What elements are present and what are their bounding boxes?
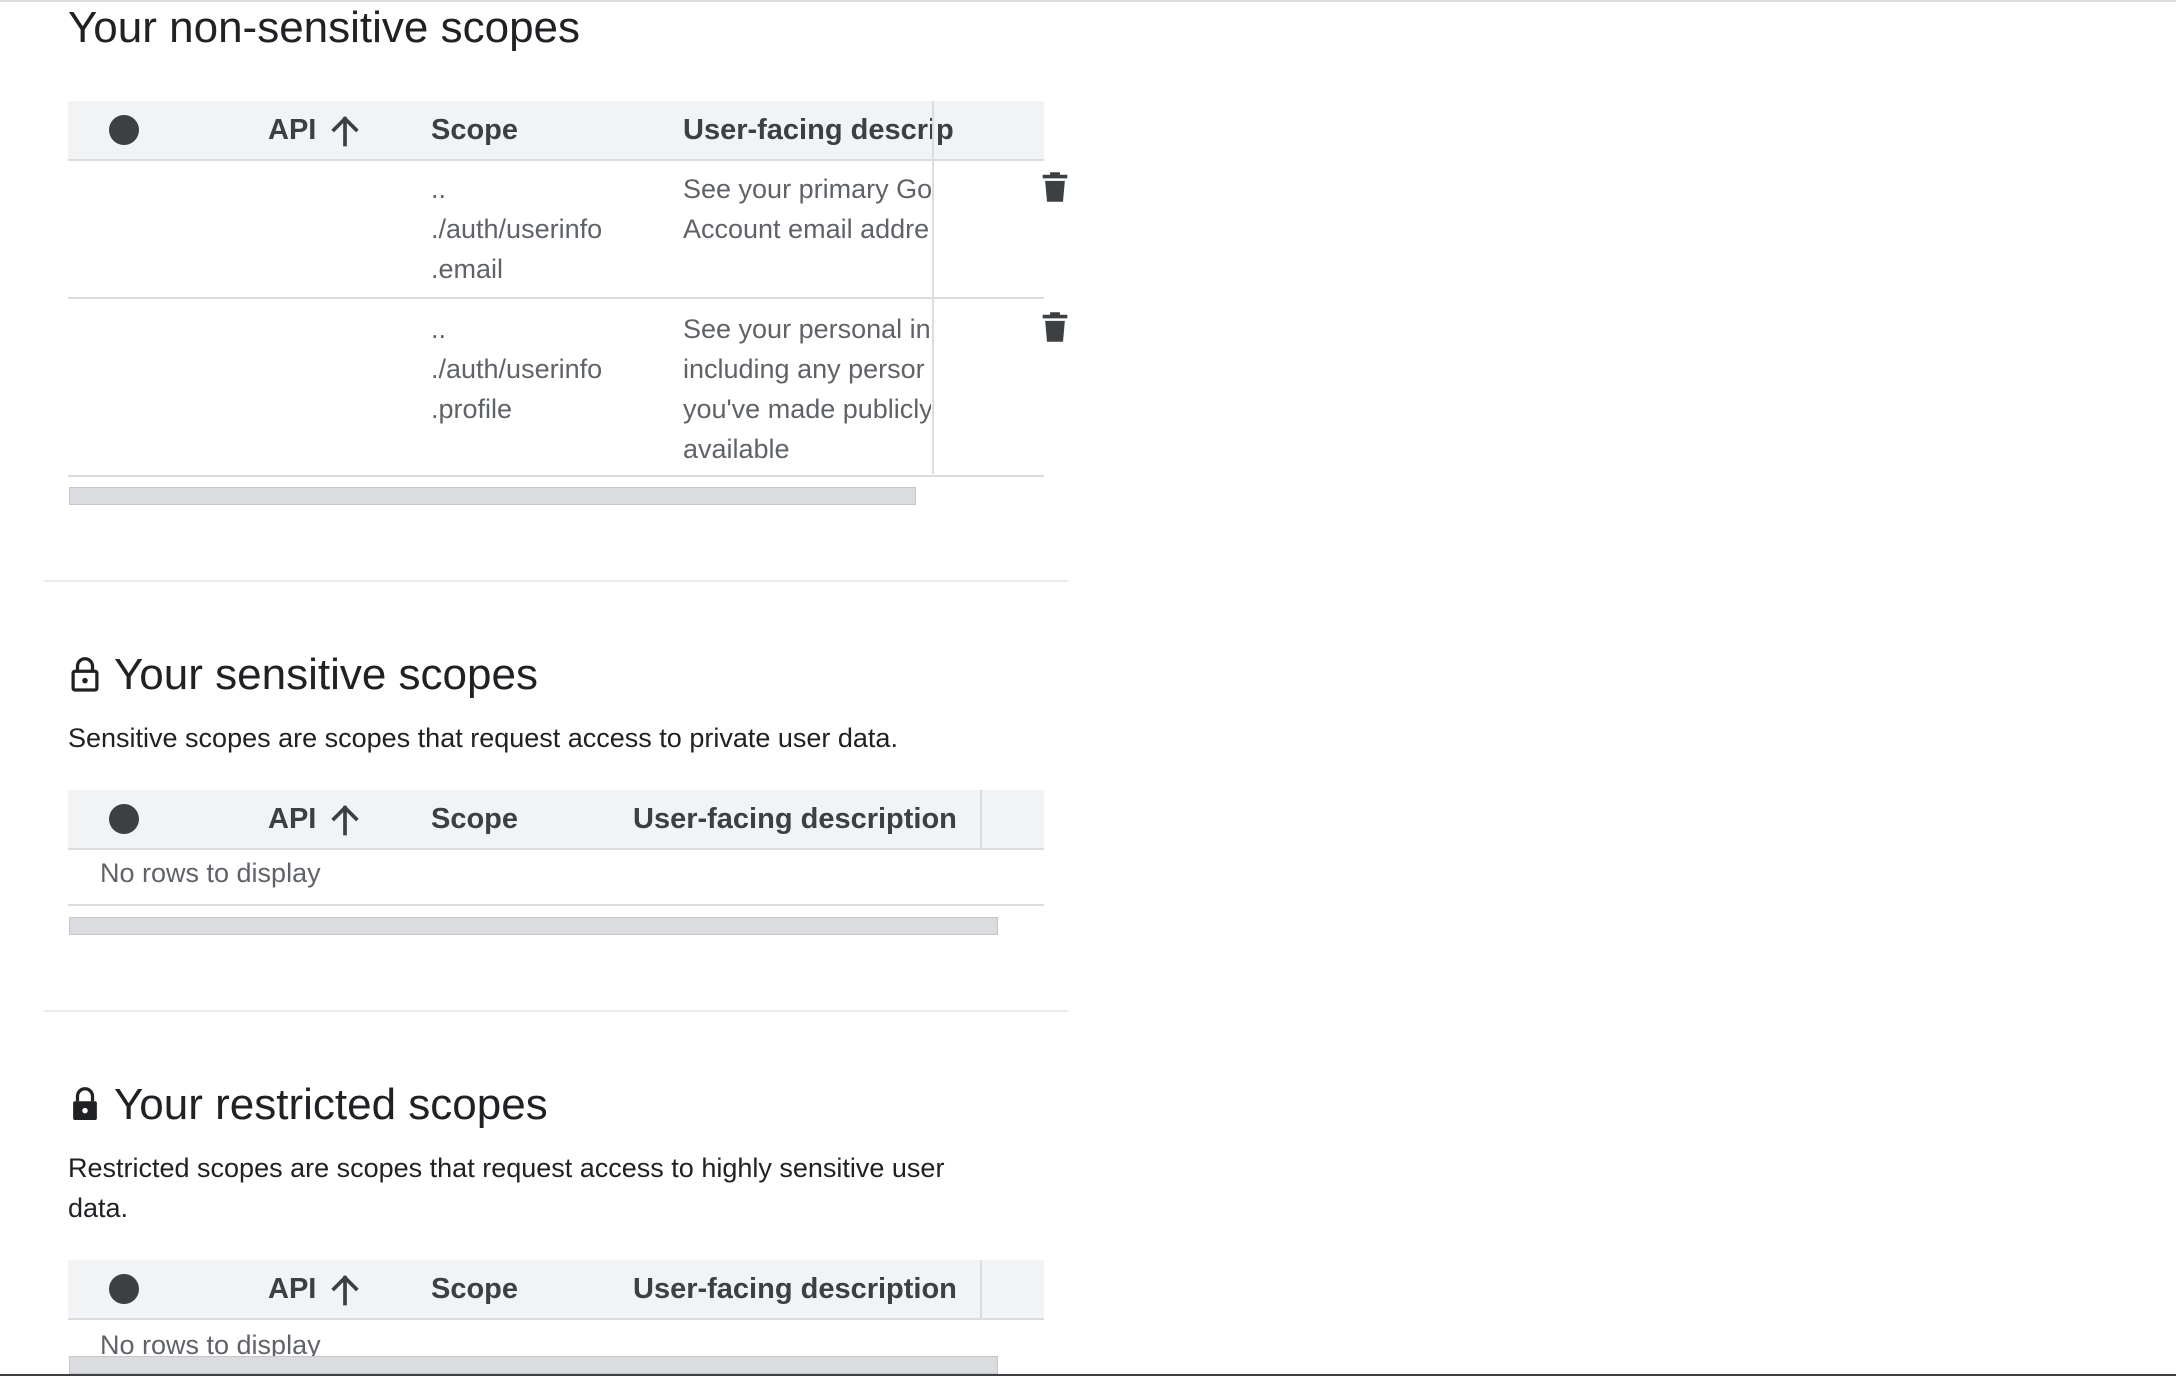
arrow-up-icon[interactable]: [330, 804, 360, 836]
col-api-header[interactable]: API: [268, 101, 316, 159]
horizontal-scrollbar[interactable]: [69, 487, 916, 505]
scope-cell: .. ./auth/userinfo .email: [431, 174, 603, 284]
col-api-header[interactable]: API: [268, 1260, 316, 1318]
sensitive-description: Sensitive scopes are scopes that request…: [68, 723, 898, 753]
non-sensitive-title: Your non-sensitive scopes: [68, 3, 581, 52]
restricted-description: Restricted scopes are scopes that reques…: [68, 1153, 945, 1223]
top-border: [0, 0, 2176, 2]
circle-select-icon[interactable]: [109, 804, 139, 834]
trash-icon[interactable]: [1040, 171, 1070, 203]
horizontal-scrollbar[interactable]: [69, 917, 998, 935]
col-description-header[interactable]: User-facing description: [633, 790, 957, 848]
col-scope-header[interactable]: Scope: [431, 101, 518, 159]
trash-icon[interactable]: [1040, 311, 1070, 343]
col-description-header[interactable]: User-facing description: [633, 1260, 957, 1318]
empty-message: No rows to display: [100, 858, 321, 888]
col-scope-header[interactable]: Scope: [431, 1260, 518, 1318]
col-api-header[interactable]: API: [268, 790, 316, 848]
sensitive-title: Your sensitive scopes: [114, 650, 538, 699]
arrow-up-icon[interactable]: [330, 1274, 360, 1306]
circle-select-icon[interactable]: [109, 115, 139, 145]
column-divider: [980, 1260, 982, 1318]
description-cell: See your personal in including any perso…: [683, 314, 931, 464]
table-header: API Scope User-facing description: [68, 790, 1044, 850]
circle-select-icon[interactable]: [109, 1274, 139, 1304]
sensitive-table: API Scope User-facing description No row…: [68, 790, 1044, 906]
col-scope-header[interactable]: Scope: [431, 790, 518, 848]
description-cell: See your primary Go Account email addre: [683, 174, 931, 244]
section-divider: [44, 580, 1068, 582]
table-header: API Scope User-facing descrip: [68, 101, 1044, 161]
lock-open-icon: [71, 657, 99, 692]
table-row: .. ./auth/userinfo .email See your prima…: [68, 159, 1068, 299]
empty-row: No rows to display: [68, 848, 1044, 906]
col-description-header[interactable]: User-facing descrip: [683, 101, 1001, 159]
column-divider: [980, 790, 982, 848]
lock-icon: [73, 1087, 97, 1120]
restricted-title: Your restricted scopes: [114, 1080, 548, 1129]
scope-cell: .. ./auth/userinfo .profile: [431, 314, 603, 424]
non-sensitive-table: API Scope User-facing descrip .. ./auth/…: [68, 101, 1068, 477]
horizontal-scrollbar[interactable]: [69, 1356, 998, 1374]
table-header: API Scope User-facing description: [68, 1260, 1044, 1320]
arrow-up-icon[interactable]: [330, 115, 360, 147]
section-divider: [44, 1010, 1068, 1012]
table-row: .. ./auth/userinfo .profile See your per…: [68, 299, 1068, 477]
